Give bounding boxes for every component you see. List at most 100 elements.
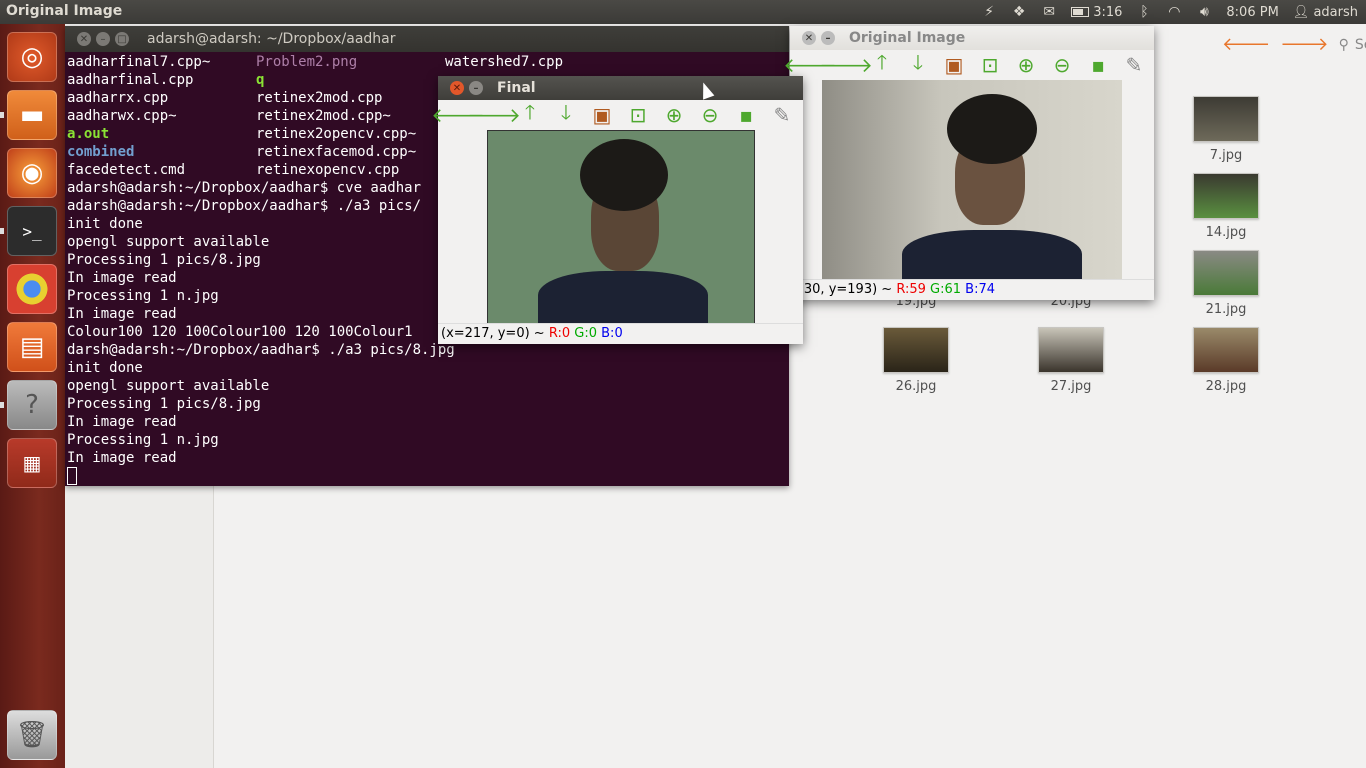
file-thumbnail[interactable]: 27.jpg <box>1028 327 1114 394</box>
window-title: Original Image <box>849 30 966 46</box>
launcher: ◎ ▬ ◉ >_ ▤ ? ▦ 🗑︎ <box>0 24 65 768</box>
pan-up-icon[interactable]: 🡑 <box>512 100 548 129</box>
zoom-out-icon[interactable]: ⊖ <box>692 101 728 129</box>
chrome-launcher-button[interactable] <box>7 264 57 314</box>
back-arrow-icon[interactable]: 🡐 <box>1222 34 1270 55</box>
help-icon: ? <box>25 390 39 420</box>
file-thumbnail[interactable]: 26.jpg <box>873 327 959 394</box>
trash-icon: 🗑︎ <box>15 720 49 750</box>
trash-launcher-button[interactable]: 🗑︎ <box>7 710 57 760</box>
thumbnail-image <box>883 327 949 373</box>
clock[interactable]: 8:06 PM <box>1226 5 1278 20</box>
user-icon: 👤︎ <box>1292 4 1310 20</box>
save-icon[interactable]: ▪ <box>1080 51 1116 79</box>
help-launcher-button[interactable]: ? <box>7 380 57 430</box>
final-titlebar[interactable]: ✕ – Final <box>438 76 803 100</box>
search-label: Search <box>1354 36 1366 53</box>
listing-entry: aadharrx.cpp <box>67 90 169 106</box>
listing-entry: a.out <box>67 126 110 142</box>
listing-entry: Problem2.png <box>256 54 358 70</box>
running-indicator <box>0 402 4 408</box>
ubuntu-dash-button[interactable]: ◎ <box>7 32 57 82</box>
thumbnail-image <box>1193 327 1259 373</box>
software-center-launcher-button[interactable]: ▤ <box>7 322 57 372</box>
close-icon[interactable]: ✕ <box>77 32 91 46</box>
file-label: 27.jpg <box>1050 379 1092 394</box>
zoom-region-icon[interactable]: ⊡ <box>972 51 1008 79</box>
original-image-canvas[interactable] <box>822 80 1122 280</box>
zoom-in-icon[interactable]: ⊕ <box>656 101 692 129</box>
listing-entry: retinex2mod.cpp <box>256 90 383 106</box>
window-title: Final <box>497 80 536 96</box>
close-icon[interactable]: ✕ <box>450 81 464 95</box>
thumbnail-image <box>1038 327 1104 373</box>
wifi-icon[interactable]: ◠ <box>1166 4 1182 20</box>
zoom-fit-icon[interactable]: ▣ <box>584 101 620 129</box>
green-value: G:61 <box>930 282 962 297</box>
final-window[interactable]: ✕ – Final 🡐 🡒 🡑 🡓 ▣ ⊡ ⊕ ⊖ ▪ ✎ (x=217, y=… <box>431 76 803 344</box>
pan-down-icon[interactable]: 🡓 <box>900 50 936 79</box>
properties-icon[interactable]: ✎ <box>764 101 800 129</box>
pan-right-icon[interactable]: 🡒 <box>819 51 873 79</box>
minimize-icon[interactable]: – <box>821 31 835 45</box>
firefox-launcher-button[interactable]: ◉ <box>7 148 57 198</box>
mail-icon[interactable]: ✉ <box>1041 4 1057 20</box>
power-icon[interactable]: ⚡ <box>981 4 997 20</box>
thumbnail-image <box>1193 96 1259 142</box>
forward-arrow-icon[interactable]: 🡒 <box>1280 34 1328 55</box>
file-thumbnail[interactable]: 7.jpg <box>1183 96 1269 163</box>
zoom-region-icon[interactable]: ⊡ <box>620 101 656 129</box>
pan-right-icon[interactable]: 🡒 <box>467 101 521 129</box>
close-icon[interactable]: ✕ <box>802 31 816 45</box>
battery-time: 3:16 <box>1093 4 1123 20</box>
workspace-switcher-button[interactable]: ▦ <box>7 438 57 488</box>
terminal-cursor <box>67 467 77 485</box>
file-thumbnail[interactable]: 14.jpg <box>1183 173 1269 240</box>
running-indicator <box>0 112 4 118</box>
image-toolbar: 🡐 🡒 🡑 🡓 ▣ ⊡ ⊕ ⊖ ▪ ✎ <box>783 50 1154 80</box>
workspace-icon: ▦ <box>22 451 42 475</box>
user-menu[interactable]: 👤︎ adarsh <box>1293 5 1358 20</box>
minimize-icon[interactable]: – <box>469 81 483 95</box>
zoom-in-icon[interactable]: ⊕ <box>1008 51 1044 79</box>
search-button[interactable]: ⚲ Search <box>1339 37 1366 53</box>
pan-up-icon[interactable]: 🡑 <box>864 50 900 79</box>
subject-body <box>902 230 1082 280</box>
zoom-out-icon[interactable]: ⊖ <box>1044 51 1080 79</box>
original-image-window[interactable]: ✕ – Original Image 🡐 🡒 🡑 🡓 ▣ ⊡ ⊕ ⊖ ▪ ✎ =… <box>783 26 1154 300</box>
pixel-status-bar: =30, y=193) ~ R:59 G:61 B:74 <box>790 279 1154 300</box>
red-value: R:0 <box>548 326 571 341</box>
shopping-bag-icon: ▤ <box>19 332 45 362</box>
subject-body <box>538 271 708 323</box>
listing-entry: retinexopencv.cpp <box>256 162 400 178</box>
bluetooth-icon[interactable]: ᛒ <box>1136 4 1152 20</box>
file-label: 28.jpg <box>1205 379 1247 394</box>
listing-entry: q <box>256 72 265 88</box>
files-launcher-button[interactable]: ▬ <box>7 90 57 140</box>
terminal-titlebar[interactable]: ✕ – □ adarsh@adarsh: ~/Dropbox/aadhar <box>65 26 789 52</box>
terminal-icon: >_ <box>22 221 42 241</box>
thumbnail-image <box>1193 250 1259 296</box>
listing-entry: aadharfinal7.cpp~ <box>67 54 211 70</box>
original-image-titlebar[interactable]: ✕ – Original Image <box>790 26 1154 50</box>
terminal-launcher-button[interactable]: >_ <box>7 206 57 256</box>
subject-hair <box>580 139 668 211</box>
listing-entry: facedetect.cmd <box>67 162 186 178</box>
dropbox-icon[interactable]: ❖ <box>1011 4 1027 20</box>
listing-entry: retinexfacemod.cpp~ <box>256 144 417 160</box>
file-thumbnail[interactable]: 21.jpg <box>1183 250 1269 317</box>
running-indicator <box>0 228 4 234</box>
final-image-canvas[interactable] <box>487 130 755 324</box>
properties-icon[interactable]: ✎ <box>1116 51 1152 79</box>
file-thumbnail[interactable]: 28.jpg <box>1183 327 1269 394</box>
minimize-icon[interactable]: – <box>96 32 110 46</box>
save-icon[interactable]: ▪ <box>728 101 764 129</box>
file-label: 21.jpg <box>1205 302 1247 317</box>
maximize-icon[interactable]: □ <box>115 32 129 46</box>
battery-indicator[interactable]: 3:16 <box>1071 5 1122 20</box>
pan-down-icon[interactable]: 🡓 <box>548 100 584 129</box>
pixel-status-bar: (x=217, y=0) ~ R:0 G:0 B:0 <box>438 323 803 344</box>
red-value: R:59 <box>896 282 926 297</box>
zoom-fit-icon[interactable]: ▣ <box>936 51 972 79</box>
volume-icon[interactable]: 🔊︎ <box>1196 4 1212 20</box>
